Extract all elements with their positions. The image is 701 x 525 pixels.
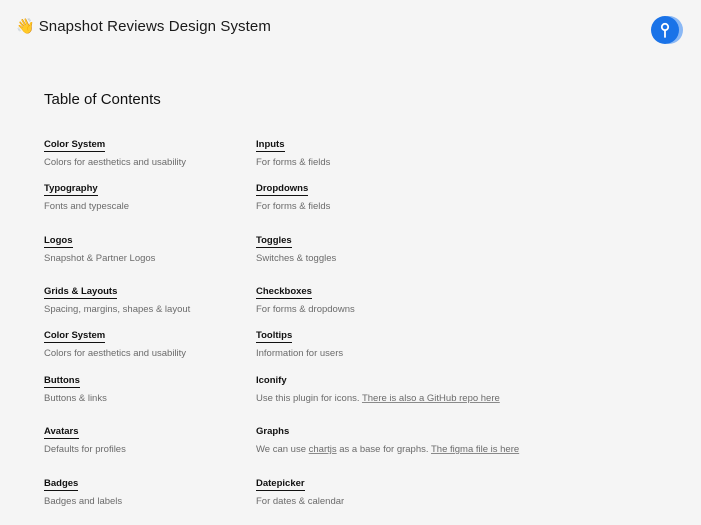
toc-entry-checkboxes: Checkboxes For forms & dropdowns — [256, 281, 456, 316]
toc-entry-graphs: Graphs We can use chartjs as a base for … — [256, 421, 586, 456]
toc-entry-avatars: Avatars Defaults for profiles — [44, 421, 244, 456]
app-logo-icon[interactable] — [650, 15, 684, 45]
toc-desc: Information for users — [256, 348, 344, 359]
toc-entry-iconify: Iconify Use this plugin for icons. There… — [256, 370, 586, 405]
toc-desc: For dates & calendar — [256, 496, 345, 507]
toc-entry-badges: Badges Badges and labels — [44, 473, 244, 508]
toc-link-avatars[interactable]: Avatars — [44, 426, 79, 439]
toc-entry-dropdowns: Dropdowns For forms & fields — [256, 178, 456, 213]
toc-entry-tooltips: Tooltips Information for users — [256, 325, 456, 360]
toc-link-color-system[interactable]: Color System — [44, 139, 106, 152]
github-repo-link[interactable]: There is also a GitHub repo here — [362, 393, 500, 404]
toc-entry-toggles: Toggles Switches & toggles — [256, 230, 456, 265]
desc-text: as a base for graphs. — [336, 444, 431, 455]
toc-link-color-system-2[interactable]: Color System — [44, 330, 106, 343]
toc-entry-color-system-2: Color System Colors for aesthetics and u… — [44, 325, 244, 360]
toc-entry-buttons: Buttons Buttons & links — [44, 370, 244, 405]
toc-entry-grids-layouts: Grids & Layouts Spacing, margins, shapes… — [44, 281, 244, 316]
toc-desc: Use this plugin for icons. There is also… — [256, 393, 586, 405]
desc-text: We can use — [256, 444, 309, 455]
toc-entry-logos: Logos Snapshot & Partner Logos — [44, 230, 244, 265]
toc-link-tooltips[interactable]: Tooltips — [256, 330, 293, 343]
toc-heading: Table of Contents — [44, 91, 161, 108]
page-header: 👋 Snapshot Reviews Design System — [16, 17, 271, 37]
toc-desc: For forms & fields — [256, 201, 331, 212]
toc-link-checkboxes[interactable]: Checkboxes — [256, 286, 312, 299]
toc-link-toggles[interactable]: Toggles — [256, 235, 292, 248]
toc-link-buttons[interactable]: Buttons — [44, 375, 80, 388]
toc-desc: Colors for aesthetics and usability — [44, 348, 187, 359]
toc-link-badges[interactable]: Badges — [44, 478, 79, 491]
toc-desc: Badges and labels — [44, 496, 123, 507]
toc-desc: Spacing, margins, shapes & layout — [44, 304, 191, 315]
toc-desc: We can use chartjs as a base for graphs.… — [256, 444, 586, 456]
toc-heading-graphs: Graphs — [256, 426, 290, 437]
toc-link-typography[interactable]: Typography — [44, 183, 98, 196]
toc-desc: Buttons & links — [44, 393, 107, 404]
toc-desc: Snapshot & Partner Logos — [44, 253, 156, 264]
toc-link-logos[interactable]: Logos — [44, 235, 73, 248]
waving-hand-icon: 👋 — [16, 18, 35, 35]
toc-link-grids-layouts[interactable]: Grids & Layouts — [44, 286, 118, 299]
toc-desc: Defaults for profiles — [44, 444, 126, 455]
toc-entry-datepicker: Datepicker For dates & calendar — [256, 473, 456, 508]
toc-entry-color-system: Color System Colors for aesthetics and u… — [44, 134, 244, 169]
toc-entry-inputs: Inputs For forms & fields — [256, 134, 456, 169]
toc-desc: Colors for aesthetics and usability — [44, 157, 187, 168]
toc-desc: For forms & fields — [256, 157, 331, 168]
page-title: Snapshot Reviews Design System — [38, 18, 271, 35]
toc-desc: Fonts and typescale — [44, 201, 130, 212]
toc-desc: Switches & toggles — [256, 253, 337, 264]
toc-entry-typography: Typography Fonts and typescale — [44, 178, 244, 213]
figma-file-link[interactable]: The figma file is here — [431, 444, 519, 455]
desc-text: Use this plugin for icons. — [256, 393, 362, 404]
toc-link-dropdowns[interactable]: Dropdowns — [256, 183, 309, 196]
chartjs-link[interactable]: chartjs — [309, 444, 337, 455]
toc-link-datepicker[interactable]: Datepicker — [256, 478, 305, 491]
toc-desc: For forms & dropdowns — [256, 304, 355, 315]
toc-link-inputs[interactable]: Inputs — [256, 139, 285, 152]
toc-heading-iconify: Iconify — [256, 375, 287, 386]
